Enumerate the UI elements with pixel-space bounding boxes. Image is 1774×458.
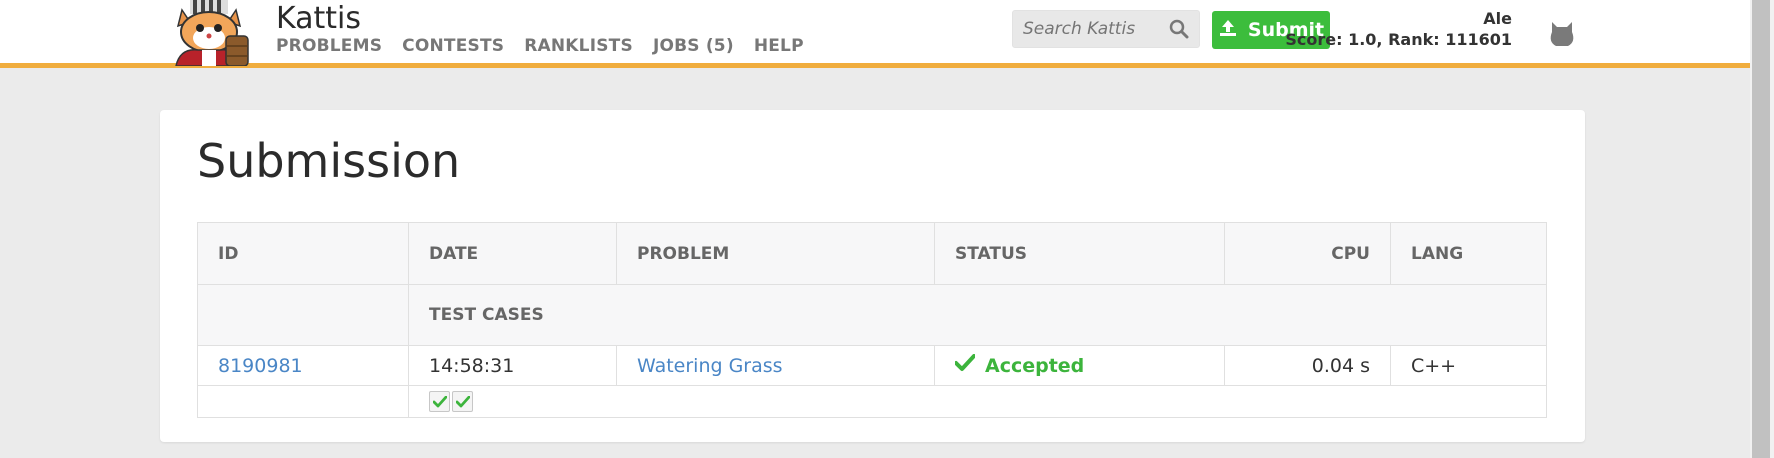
checkmark-icon [954, 354, 976, 377]
test-cases-row [198, 386, 1546, 417]
cell-lang: C++ [1390, 346, 1546, 385]
header-test-cases: TEST CASES [408, 285, 1546, 345]
header-id: ID [218, 243, 239, 264]
user-score: Score: 1.0, Rank: 111601 [1285, 30, 1512, 49]
header-lang: LANG [1390, 223, 1546, 284]
header-cpu: CPU [1224, 223, 1390, 284]
problem-link[interactable]: Watering Grass [637, 355, 783, 377]
nav-problems[interactable]: PROBLEMS [276, 36, 382, 56]
user-name[interactable]: Ale [1483, 9, 1512, 28]
test-case-accepted[interactable] [452, 391, 473, 412]
submission-table: ID DATE PROBLEM STATUS CPU LANG TEST CAS… [197, 222, 1547, 418]
avatar[interactable] [1548, 18, 1576, 52]
page-title: Submission [197, 134, 461, 188]
header-status: STATUS [934, 223, 1224, 284]
brand-title[interactable]: Kattis [276, 1, 361, 36]
nav-contests[interactable]: CONTESTS [402, 36, 504, 56]
upload-icon [1218, 18, 1238, 43]
test-check-icon [455, 395, 470, 407]
submission-id-link[interactable]: 8190981 [218, 355, 303, 377]
top-header: Kattis PROBLEMS CONTESTS RANKLISTS JOBS … [0, 0, 1750, 68]
status-badge: Accepted [954, 354, 1085, 377]
test-check-icon [432, 395, 447, 407]
table-subheader-row: TEST CASES [198, 285, 1546, 346]
search-input[interactable] [1013, 11, 1163, 47]
nav-help[interactable]: HELP [754, 36, 804, 56]
table-row: 8190981 14:58:31 Watering Grass Accepted… [198, 346, 1546, 386]
cell-problem: Watering Grass [616, 346, 934, 385]
status-text: Accepted [985, 354, 1085, 377]
main-nav: PROBLEMS CONTESTS RANKLISTS JOBS (5) HEL… [276, 36, 804, 56]
cell-id: 8190981 [198, 346, 408, 385]
nav-ranklists[interactable]: RANKLISTS [524, 36, 633, 56]
cell-cpu: 0.04 s [1224, 346, 1390, 385]
header-problem: PROBLEM [616, 223, 934, 284]
search-box [1012, 10, 1200, 48]
test-cases-cell [408, 386, 1546, 417]
table-header-row: ID DATE PROBLEM STATUS CPU LANG [198, 223, 1546, 285]
scrollbar-thumb[interactable] [1752, 0, 1770, 458]
test-case-accepted[interactable] [429, 391, 450, 412]
cell-date: 14:58:31 [408, 346, 616, 385]
search-icon[interactable] [1169, 19, 1189, 43]
nav-jobs[interactable]: JOBS (5) [653, 36, 734, 56]
cell-status: Accepted [934, 346, 1224, 385]
kattis-logo[interactable] [160, 0, 260, 67]
header-date: DATE [408, 223, 616, 284]
